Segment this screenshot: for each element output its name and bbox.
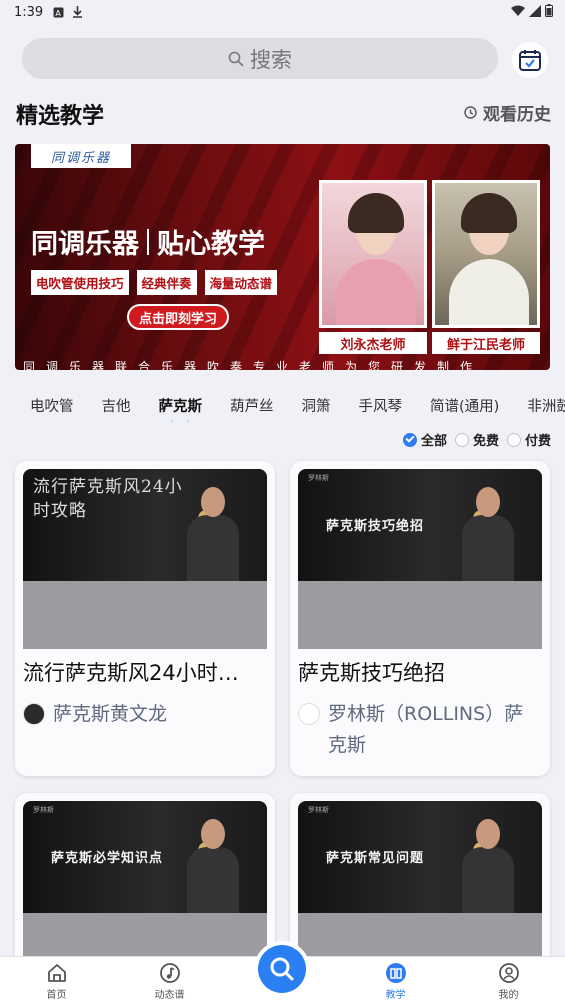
tab-category[interactable]: 吉他 (88, 395, 145, 416)
course-card[interactable]: 罗林斯 萨克斯技巧绝招 萨克斯技巧绝招 罗林斯（ROLLINS）萨克斯 (290, 461, 550, 776)
avatar (23, 703, 45, 725)
filter-paid[interactable]: 付费 (506, 430, 551, 449)
banner-title-left: 同调乐器 (31, 229, 139, 260)
nav-dynamic-score[interactable]: 动态谱 (113, 957, 226, 1004)
wifi-icon (511, 5, 525, 16)
radio-icon (454, 432, 469, 447)
course-thumbnail: 罗林斯 萨克斯技巧绝招 (298, 469, 542, 581)
tab-category[interactable]: 手风琴 (345, 395, 417, 416)
clock-icon (464, 106, 477, 119)
course-author: 罗林斯（ROLLINS）萨克斯 (298, 699, 542, 761)
watch-history-label: 观看历史 (483, 105, 551, 125)
banner-tag: 电吹管使用技巧 (31, 270, 129, 295)
author-name: 罗林斯（ROLLINS）萨克斯 (328, 703, 524, 756)
thumbnail-caption: 流行萨克斯风24小时攻略 (33, 477, 183, 521)
music-note-icon (159, 962, 181, 984)
teacher-photo (432, 180, 540, 328)
thumbnail-placeholder (23, 581, 267, 649)
home-icon (46, 962, 68, 984)
filter-all[interactable]: 全部 (402, 430, 447, 449)
banner-title: 同调乐器 贴心教学 (31, 222, 265, 261)
thumbnail-caption: 萨克斯技巧绝招 (326, 519, 425, 534)
search-placeholder: 搜索 (250, 47, 292, 72)
nav-home[interactable]: 首页 (0, 957, 113, 1004)
svg-text:A: A (56, 9, 62, 18)
status-bar: 1:39 A (0, 0, 565, 24)
banner-logo: 同调乐器 (31, 144, 131, 168)
teacher-name: 鲜于江民老师 (432, 332, 540, 354)
banner-marquee-text: 同调乐器联合乐器吹奏专业老师为您研发制作 (23, 360, 484, 370)
filter-label: 免费 (472, 434, 499, 449)
tab-category[interactable]: 洞箫 (288, 395, 345, 416)
search-input[interactable]: 搜索 (22, 38, 498, 79)
status-time: 1:39 (14, 4, 44, 20)
tab-category[interactable]: 非洲鼓 (513, 395, 565, 416)
watch-history-link[interactable]: 观看历史 (464, 100, 551, 125)
radio-icon (506, 432, 521, 447)
author-name: 萨克斯黄文龙 (53, 703, 168, 725)
course-title: 萨克斯技巧绝招 (298, 661, 445, 685)
filter-label: 全部 (420, 434, 447, 449)
filter-label: 付费 (524, 434, 551, 449)
course-thumbnail: 罗林斯 萨克斯常见问题 (298, 801, 542, 913)
download-icon (73, 6, 83, 18)
teacher-name: 刘永杰老师 (319, 332, 427, 354)
tab-category[interactable]: 电吹管 (0, 395, 88, 416)
calendar-icon (519, 50, 541, 71)
section-title: 精选教学 (16, 104, 105, 129)
banner-title-right: 贴心教学 (157, 229, 265, 260)
center-search-button[interactable] (254, 941, 310, 997)
avatar (298, 703, 320, 725)
course-thumbnail: 流行萨克斯风24小时攻略 (23, 469, 267, 581)
banner-tags: 电吹管使用技巧 经典伴奏 海量动态谱 (31, 270, 278, 295)
notification-icon: A (53, 7, 64, 18)
banner-tag: 海量动态谱 (204, 270, 278, 295)
thumbnail-caption: 萨克斯常见问题 (326, 851, 425, 866)
search-icon (270, 957, 294, 981)
tab-category-active[interactable]: 萨克斯 (145, 395, 217, 416)
course-card[interactable]: 流行萨克斯风24小时攻略 流行萨克斯风24小时… 萨克斯黄文龙 (15, 461, 275, 776)
filter-free[interactable]: 免费 (454, 430, 499, 449)
thumbnail-brand: 罗林斯 (33, 806, 54, 814)
banner-title-divider (147, 228, 149, 255)
nav-label: 首页 (46, 990, 67, 1001)
tab-category[interactable]: 葫芦丝 (216, 395, 288, 416)
signal-icon (529, 4, 541, 17)
user-icon (498, 962, 520, 984)
tab-category[interactable]: 简谱(通用) (416, 395, 513, 416)
banner-cta-button[interactable]: 点击即刻学习 (127, 304, 230, 330)
course-title: 流行萨克斯风24小时… (23, 661, 239, 685)
calendar-button[interactable] (512, 42, 548, 78)
thumbnail-brand: 罗林斯 (308, 474, 329, 482)
radio-checked-icon (402, 432, 417, 447)
banner-tag: 经典伴奏 (136, 270, 197, 295)
nav-label: 教学 (385, 990, 406, 1001)
teacher-photo (319, 180, 427, 328)
nav-label: 动态谱 (154, 990, 185, 1001)
book-icon (385, 962, 407, 984)
thumbnail-placeholder (298, 581, 542, 649)
nav-label: 我的 (498, 990, 519, 1001)
nav-teaching[interactable]: 教学 (339, 957, 452, 1004)
promo-banner[interactable]: 同调乐器 同调乐器 贴心教学 电吹管使用技巧 经典伴奏 海量动态谱 点击即刻学习… (15, 144, 550, 370)
battery-icon (545, 4, 553, 17)
thumbnail-brand: 罗林斯 (308, 806, 329, 814)
search-icon (228, 51, 244, 67)
thumbnail-caption: 萨克斯必学知识点 (51, 851, 164, 866)
course-thumbnail: 罗林斯 萨克斯必学知识点 (23, 801, 267, 913)
nav-profile[interactable]: 我的 (452, 957, 565, 1004)
course-author: 萨克斯黄文龙 (23, 699, 267, 730)
category-tabs: 电吹管 吉他 萨克斯 葫芦丝 洞箫 手风琴 简谱(通用) 非洲鼓 (0, 388, 565, 422)
price-filter: 全部 免费 付费 (402, 430, 551, 449)
